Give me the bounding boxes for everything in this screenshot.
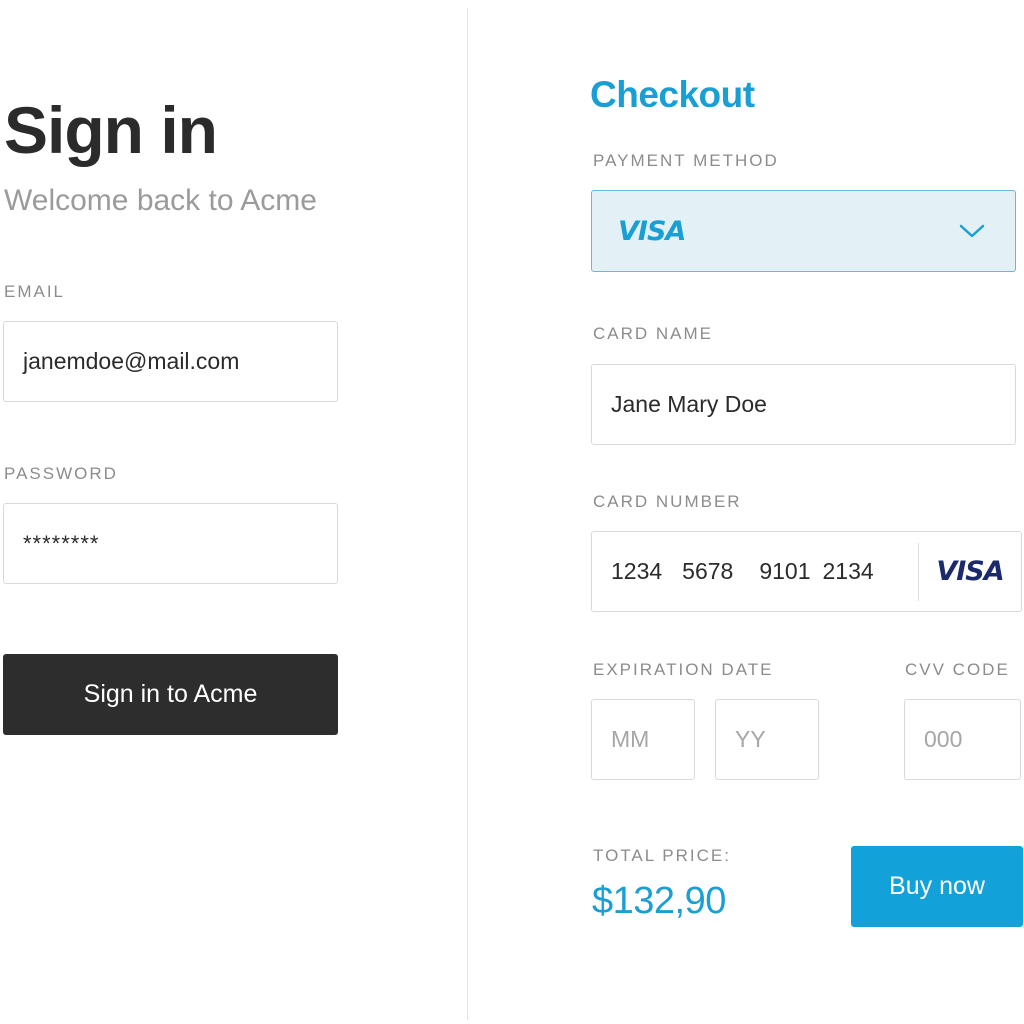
checkout-title: Checkout <box>590 74 755 115</box>
cvv-field[interactable]: 000 <box>904 699 1021 780</box>
panel-divider <box>467 8 468 1020</box>
card-number-field[interactable]: 1234 5678 9101 2134 VISA <box>591 531 1022 612</box>
card-number-group: 9101 <box>759 558 811 584</box>
total-price-value: $132,90 <box>592 880 726 922</box>
payment-method-label: PAYMENT METHOD <box>593 151 779 170</box>
visa-logo-select: VISA <box>618 215 686 247</box>
card-number-group: 2134 <box>822 558 874 584</box>
email-field[interactable]: janemdoe@mail.com <box>3 321 338 402</box>
cvv-label: CVV CODE <box>905 660 1010 679</box>
visa-logo-card: VISA <box>936 556 1004 587</box>
expiration-label: EXPIRATION DATE <box>593 660 774 679</box>
password-label: PASSWORD <box>4 464 118 483</box>
signin-subtitle: Welcome back to Acme <box>4 184 317 217</box>
expiration-month-field[interactable]: MM <box>591 699 695 780</box>
password-value: ******** <box>23 530 100 556</box>
card-number-group: 1234 <box>611 558 663 584</box>
chevron-down-icon[interactable] <box>959 222 985 240</box>
card-brand: VISA <box>919 556 1021 587</box>
card-name-label: CARD NAME <box>593 324 714 343</box>
card-name-field[interactable]: Jane Mary Doe <box>591 364 1016 445</box>
total-price-label: TOTAL PRICE: <box>593 846 731 865</box>
expiration-year-field[interactable]: YY <box>715 699 819 780</box>
month-placeholder: MM <box>611 726 650 752</box>
buy-now-button[interactable]: Buy now <box>851 846 1023 927</box>
year-placeholder: YY <box>735 726 766 752</box>
card-number-value: 1234 5678 9101 2134 <box>592 558 918 585</box>
email-label: EMAIL <box>4 282 66 301</box>
cvv-placeholder: 000 <box>924 726 963 752</box>
card-name-value: Jane Mary Doe <box>611 391 767 417</box>
email-value: janemdoe@mail.com <box>23 348 240 374</box>
card-number-label: CARD NUMBER <box>593 492 742 511</box>
password-field[interactable]: ******** <box>3 503 338 584</box>
card-number-group: 5678 <box>682 558 734 584</box>
payment-method-select[interactable]: VISA <box>591 190 1016 272</box>
signin-button[interactable]: Sign in to Acme <box>3 654 338 735</box>
page: Sign in Welcome back to Acme EMAIL janem… <box>0 0 1024 1024</box>
signin-title: Sign in <box>4 93 218 167</box>
signin-panel: Sign in Welcome back to Acme EMAIL janem… <box>0 0 467 1024</box>
